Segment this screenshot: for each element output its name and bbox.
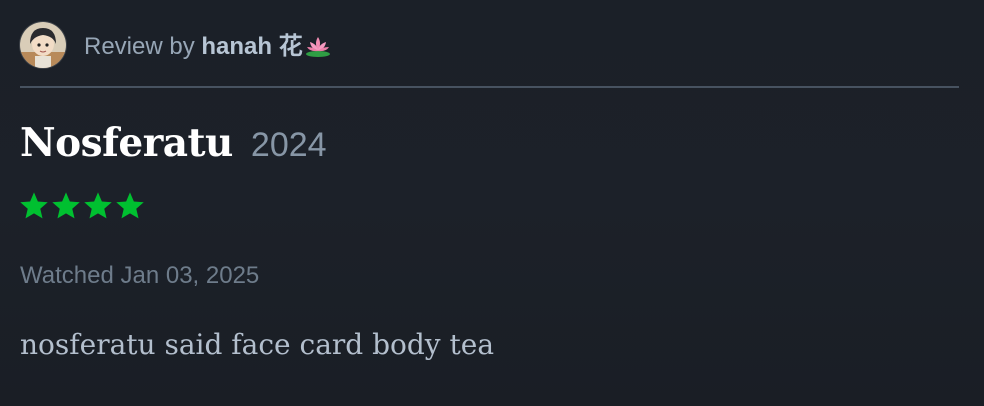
watched-date: Watched Jan 03, 2025: [20, 262, 260, 289]
header-divider: [20, 86, 959, 88]
film-title-row: Nosferatu 2024: [20, 120, 327, 166]
lotus-icon: [305, 34, 331, 65]
film-title-link[interactable]: Nosferatu: [20, 120, 233, 166]
star-icon: [52, 192, 80, 219]
review-card: Review by hanah 花 Nosferatu 2024 Watched…: [0, 0, 984, 406]
star-icon: [20, 192, 48, 219]
review-byline: Review by hanah 花: [84, 26, 331, 65]
star-icon: [84, 192, 112, 219]
film-year-link[interactable]: 2024: [251, 126, 327, 165]
star-rating: [18, 190, 146, 222]
avatar-image: [20, 22, 66, 68]
review-body: nosferatu said face card body tea: [20, 328, 495, 361]
username-link[interactable]: hanah 花: [201, 33, 302, 60]
review-header: Review by hanah 花: [20, 22, 331, 68]
star-icon: [116, 192, 144, 219]
avatar[interactable]: [20, 22, 66, 68]
byline-prefix: Review by: [84, 32, 195, 60]
